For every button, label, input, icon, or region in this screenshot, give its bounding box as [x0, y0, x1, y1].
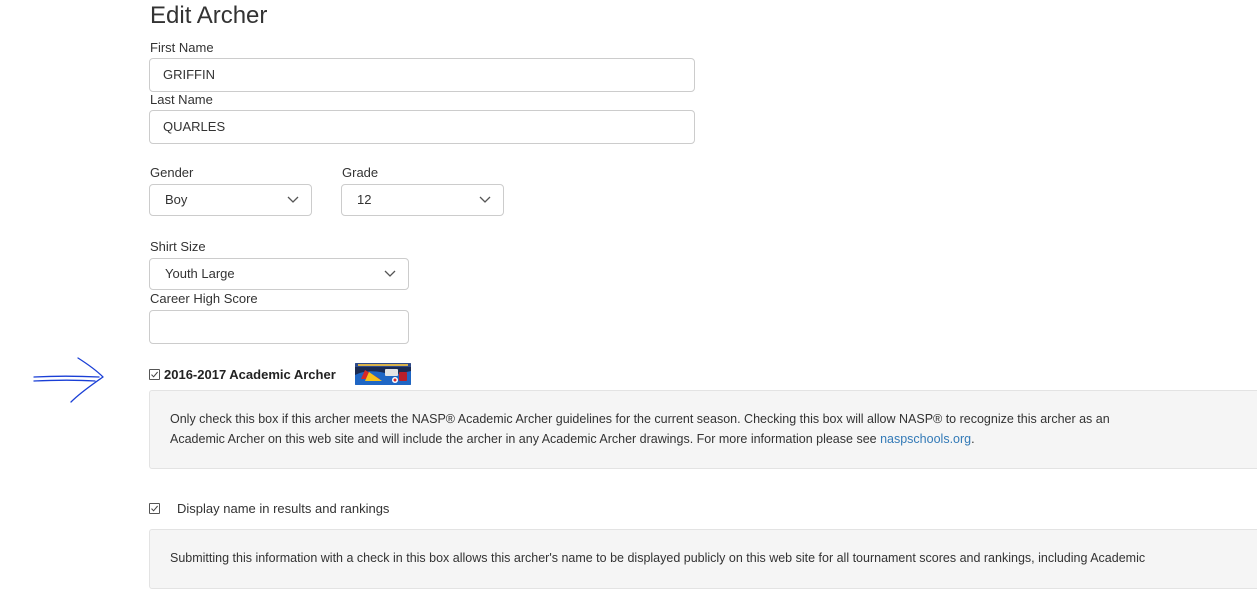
display-name-info-well: Submitting this information with a check… [149, 529, 1257, 589]
shirt-size-select-value: Youth Large [165, 266, 235, 281]
display-name-checkbox[interactable] [149, 503, 160, 514]
gender-label: Gender [150, 165, 194, 180]
display-name-note-line1: Submitting this information with a check… [170, 551, 1146, 565]
gender-select-value: Boy [165, 192, 188, 207]
last-name-label: Last Name [150, 92, 213, 107]
academic-archer-checkbox[interactable] [149, 369, 160, 380]
grade-label: Grade [342, 165, 379, 180]
chevron-down-icon [384, 270, 396, 277]
first-name-label: First Name [150, 40, 214, 55]
gender-select[interactable]: Boy [149, 184, 312, 216]
grade-select[interactable]: 12 [341, 184, 504, 216]
academic-archer-note-line2: Academic Archer on this web site and wil… [170, 429, 1248, 449]
career-high-score-label: Career High Score [150, 291, 258, 306]
check-icon [151, 505, 158, 512]
shirt-size-select[interactable]: Youth Large [149, 258, 409, 290]
academic-archer-note-line1: Only check this box if this archer meets… [170, 412, 1110, 426]
academic-archer-note-text: Academic Archer on this web site and wil… [170, 432, 881, 446]
page-title: Edit Archer [150, 2, 268, 29]
career-high-score-input[interactable] [149, 310, 409, 344]
check-icon [151, 371, 158, 378]
academic-archer-badge-icon [355, 363, 411, 385]
naspschools-link[interactable]: naspschools.org [880, 432, 971, 446]
first-name-input[interactable]: GRIFFIN [149, 58, 695, 92]
academic-archer-info-well: Only check this box if this archer meets… [149, 390, 1257, 469]
hand-drawn-arrow-icon [33, 357, 104, 403]
display-name-label[interactable]: Display name in results and rankings [177, 501, 389, 516]
academic-archer-label[interactable]: 2016-2017 Academic Archer [164, 367, 336, 382]
chevron-down-icon [479, 196, 491, 203]
grade-select-value: 12 [357, 192, 372, 207]
chevron-down-icon [287, 196, 299, 203]
academic-archer-note-end: . [971, 432, 975, 446]
last-name-input[interactable]: QUARLES [149, 110, 695, 144]
shirt-size-label: Shirt Size [150, 239, 206, 254]
